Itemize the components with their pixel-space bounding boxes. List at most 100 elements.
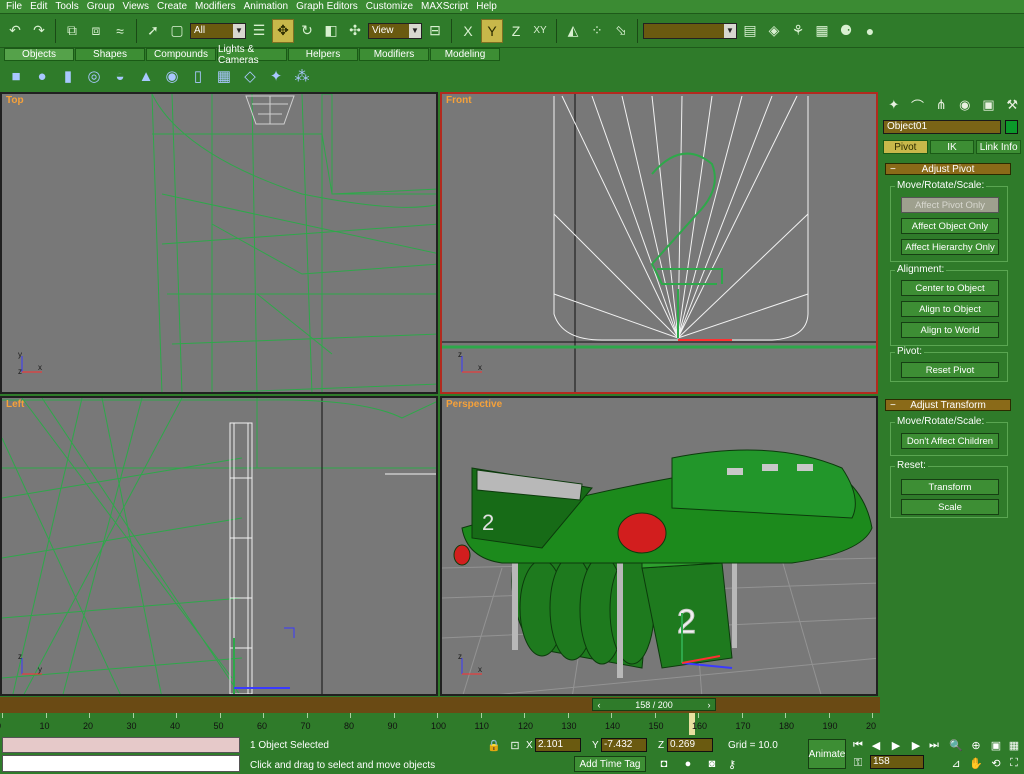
lock-icon[interactable]: 🔒 bbox=[486, 737, 502, 753]
dont-affect-children-button[interactable]: Don't Affect Children bbox=[901, 433, 999, 449]
menu-group[interactable]: Group bbox=[83, 1, 119, 12]
maxscript-input-field[interactable] bbox=[2, 755, 240, 772]
cube-icon[interactable]: ◙ bbox=[704, 756, 720, 772]
sphere-icon[interactable]: ● bbox=[32, 66, 52, 86]
viewport-top[interactable]: Top y z x bbox=[0, 92, 438, 394]
scale-icon[interactable]: ◧ bbox=[320, 19, 342, 43]
menu-customize[interactable]: Customize bbox=[362, 1, 417, 12]
align-to-world-button[interactable]: Align to World bbox=[901, 322, 999, 338]
previous-frame-icon[interactable]: ◀ bbox=[868, 737, 884, 753]
x-coord-field[interactable]: 2.101 bbox=[535, 738, 581, 752]
track-bar[interactable]: 0 10 20 30 40 50 60 70 80 90 100 110 120 130 140 150 160… bbox=[0, 713, 880, 735]
menu-animation[interactable]: Animation bbox=[240, 1, 292, 12]
y-coord-field[interactable]: -7.432 bbox=[601, 738, 647, 752]
region-select-icon[interactable]: ▢ bbox=[166, 19, 188, 43]
maximize-viewport-icon[interactable]: ⛶ bbox=[1006, 755, 1022, 771]
adjust-pivot-rollout-header[interactable]: − Adjust Pivot bbox=[885, 163, 1011, 175]
link-icon[interactable]: ⧉ bbox=[61, 19, 83, 43]
chevron-left-icon[interactable]: ‹ bbox=[593, 699, 605, 710]
axis-z-button[interactable]: Z bbox=[505, 19, 527, 43]
play-icon[interactable]: ▶ bbox=[888, 737, 904, 753]
viewport-front[interactable]: Front z x bbox=[440, 92, 878, 394]
field-of-view-icon[interactable]: ⊿ bbox=[948, 755, 964, 771]
next-frame-icon[interactable]: ▶ bbox=[908, 737, 924, 753]
menu-edit[interactable]: Edit bbox=[26, 1, 51, 12]
pan-icon[interactable]: ✋ bbox=[968, 755, 984, 771]
center-to-object-button[interactable]: Center to Object bbox=[901, 280, 999, 296]
tab-compounds[interactable]: Compounds bbox=[146, 48, 216, 61]
chevron-right-icon[interactable]: › bbox=[703, 699, 715, 710]
object-color-swatch[interactable] bbox=[1005, 120, 1018, 134]
maxscript-listener-field[interactable] bbox=[2, 737, 240, 753]
particle-icon[interactable]: ⁂ bbox=[292, 66, 312, 86]
torus-icon[interactable]: ◎ bbox=[84, 66, 104, 86]
move-icon[interactable]: ✥ bbox=[272, 18, 294, 43]
create-panel-icon[interactable]: ✦ bbox=[884, 95, 904, 115]
zoom-extents-all-icon[interactable]: ▦ bbox=[1006, 737, 1022, 753]
tab-lights-cameras[interactable]: Lights & Cameras bbox=[217, 44, 287, 66]
material-editor-icon[interactable]: ◈ bbox=[763, 19, 785, 43]
bind-spacewarp-icon[interactable]: ≈ bbox=[109, 19, 131, 43]
modify-panel-icon[interactable]: ⌒ bbox=[908, 95, 928, 115]
tab-link-info[interactable]: Link Info bbox=[976, 140, 1022, 154]
selection-filter-dropdown[interactable]: All ▼ bbox=[190, 22, 246, 39]
tab-helpers[interactable]: Helpers bbox=[288, 48, 358, 61]
current-frame-field[interactable]: 158 bbox=[870, 755, 924, 769]
tab-pivot[interactable]: Pivot bbox=[883, 140, 928, 154]
motion-panel-icon[interactable]: ◉ bbox=[955, 95, 975, 115]
affect-pivot-only-button[interactable]: Affect Pivot Only bbox=[901, 197, 999, 213]
redo-icon[interactable]: ↷ bbox=[28, 19, 50, 43]
viewport-perspective[interactable]: Perspective 2 2 z x bbox=[440, 396, 878, 696]
zoom-all-icon[interactable]: ⊕ bbox=[968, 737, 984, 753]
rotate-icon[interactable]: ↻ bbox=[296, 19, 318, 43]
absolute-mode-icon[interactable]: ⊡ bbox=[507, 737, 523, 753]
object-name-field[interactable]: Object01 bbox=[883, 120, 1001, 134]
box-icon[interactable]: ◘ bbox=[656, 756, 672, 772]
unlink-icon[interactable]: ⧈ bbox=[85, 19, 107, 43]
geosphere-icon[interactable]: ◉ bbox=[162, 66, 182, 86]
animate-button[interactable]: Animate bbox=[808, 739, 846, 769]
pivot-center-icon[interactable]: ⊟ bbox=[424, 19, 446, 43]
axis-xy-button[interactable]: XY bbox=[529, 19, 551, 43]
key-mode-icon[interactable]: ⚷ bbox=[724, 756, 740, 772]
axis-y-button[interactable]: Y bbox=[481, 18, 503, 43]
menu-views[interactable]: Views bbox=[119, 1, 154, 12]
named-selection-dropdown[interactable]: ▼ bbox=[643, 22, 737, 39]
hierarchy-panel-icon[interactable]: ⋔ bbox=[931, 95, 951, 115]
quick-render-icon[interactable]: ⚈ bbox=[835, 19, 857, 43]
reference-coord-dropdown[interactable]: View ▼ bbox=[368, 22, 422, 39]
select-arrow-icon[interactable]: ➚ bbox=[142, 19, 164, 43]
reset-scale-button[interactable]: Scale bbox=[901, 499, 999, 515]
affect-hierarchy-only-button[interactable]: Affect Hierarchy Only bbox=[901, 239, 999, 255]
menu-modifiers[interactable]: Modifiers bbox=[191, 1, 240, 12]
tab-ik[interactable]: IK bbox=[929, 140, 975, 154]
display-panel-icon[interactable]: ▣ bbox=[979, 95, 999, 115]
tab-objects[interactable]: Objects bbox=[4, 48, 74, 61]
mirror-icon[interactable]: ◭ bbox=[562, 19, 584, 43]
tab-shapes[interactable]: Shapes bbox=[75, 48, 145, 61]
align-icon[interactable]: ⬂ bbox=[610, 19, 632, 43]
hedra-icon[interactable]: ✦ bbox=[266, 66, 286, 86]
go-to-start-icon[interactable]: ⏮ bbox=[850, 737, 866, 753]
cone-icon[interactable]: ▲ bbox=[136, 66, 156, 86]
adjust-transform-rollout-header[interactable]: − Adjust Transform bbox=[885, 399, 1011, 411]
menu-tools[interactable]: Tools bbox=[51, 1, 82, 12]
tab-modifiers[interactable]: Modifiers bbox=[359, 48, 429, 61]
zoom-extents-icon[interactable]: ▣ bbox=[988, 737, 1004, 753]
menu-graph-editors[interactable]: Graph Editors bbox=[292, 1, 362, 12]
key-icon[interactable]: ⚿ bbox=[850, 755, 866, 771]
utilities-panel-icon[interactable]: ⚒ bbox=[1002, 95, 1022, 115]
render-scene-icon[interactable]: ▦ bbox=[811, 19, 833, 43]
align-to-object-button[interactable]: Align to Object bbox=[901, 301, 999, 317]
menu-file[interactable]: File bbox=[2, 1, 26, 12]
patch-grid-icon[interactable]: ◇ bbox=[240, 66, 260, 86]
add-time-tag-button[interactable]: Add Time Tag bbox=[574, 756, 646, 772]
menu-help[interactable]: Help bbox=[472, 1, 501, 12]
teapot-icon[interactable]: ◒ bbox=[110, 66, 130, 86]
z-coord-field[interactable]: 0.269 bbox=[667, 738, 713, 752]
active-shade-icon[interactable]: ● bbox=[859, 19, 881, 43]
time-slider[interactable]: ‹ 158 / 200 › bbox=[592, 698, 716, 711]
track-view-icon[interactable]: ▤ bbox=[739, 19, 761, 43]
zoom-icon[interactable]: 🔍 bbox=[948, 737, 964, 753]
menu-create[interactable]: Create bbox=[153, 1, 191, 12]
